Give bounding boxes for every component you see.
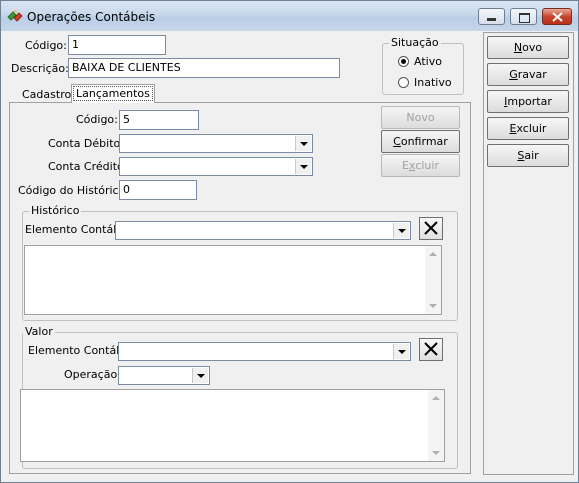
scroll-up-icon[interactable] (429, 252, 437, 256)
descricao-input[interactable]: BAIXA DE CLIENTES (68, 58, 340, 78)
window-title: Operações Contábeis (27, 10, 156, 24)
codigo-historico-input[interactable]: 0 (119, 180, 197, 200)
chevron-down-icon[interactable] (393, 344, 409, 359)
minimize-icon (487, 18, 496, 21)
operacao-label: Operação: (64, 368, 121, 381)
form-body: Código: 1 Descrição: BAIXA DE CLIENTES S… (5, 32, 574, 477)
historico-clear-button[interactable] (419, 217, 443, 240)
situacao-legend: Situação (389, 36, 441, 49)
historico-group: Histórico Elemento Contábil: (22, 204, 458, 321)
historico-scrollbar[interactable] (425, 246, 441, 314)
conta-credito-select[interactable] (119, 157, 313, 176)
valor-legend: Valor (23, 325, 55, 338)
scroll-down-icon[interactable] (432, 451, 440, 455)
lanc-novo-button[interactable]: Novo (381, 106, 460, 129)
app-icon (7, 10, 23, 22)
close-x-icon (424, 221, 438, 235)
confirmar-button[interactable]: Confirmar (381, 130, 460, 153)
codigo-historico-label: Código do Histórico: (18, 184, 130, 197)
close-window-button[interactable] (542, 8, 572, 25)
close-icon (552, 12, 563, 22)
codigo-label: Código: (25, 39, 67, 52)
tab-lancamentos[interactable]: Lançamentos (71, 84, 155, 103)
valor-memo[interactable] (20, 389, 445, 462)
descricao-label: Descrição: (11, 62, 69, 75)
situacao-group: Situação Ativo Inativo (382, 36, 464, 95)
title-bar[interactable]: Operações Contábeis (1, 1, 578, 31)
chevron-down-icon[interactable] (295, 159, 311, 174)
conta-debito-select[interactable] (119, 134, 313, 153)
valor-elemento-select[interactable] (118, 342, 411, 361)
valor-scrollbar[interactable] (428, 390, 444, 461)
sair-button[interactable]: Sair (487, 144, 569, 167)
maximize-icon (519, 13, 530, 23)
importar-button[interactable]: Importar (487, 90, 569, 113)
action-panel: Novo Gravar Importar Excluir Sair (483, 32, 574, 475)
inativo-label[interactable]: Inativo (414, 76, 452, 89)
inativo-radio[interactable] (398, 77, 409, 88)
valor-group: Valor Elemento Contábil: Operação: (20, 325, 458, 469)
ativo-label[interactable]: Ativo (414, 55, 442, 68)
conta-debito-label: Conta Débito: (48, 137, 124, 150)
chevron-down-icon[interactable] (192, 368, 208, 383)
lanc-codigo-label: Código: (76, 113, 118, 126)
historico-elemento-select[interactable] (115, 221, 411, 240)
close-x-icon (424, 342, 438, 356)
codigo-input[interactable]: 1 (68, 35, 166, 55)
chevron-down-icon[interactable] (295, 136, 311, 151)
minimize-button[interactable] (478, 8, 505, 25)
chevron-down-icon[interactable] (393, 223, 409, 238)
gravar-button[interactable]: Gravar (487, 63, 569, 86)
maximize-button[interactable] (510, 8, 537, 25)
valor-clear-button[interactable] (419, 338, 443, 361)
lanc-codigo-input[interactable]: 5 (119, 110, 199, 130)
lanc-excluir-button[interactable]: Excluir (381, 154, 460, 177)
conta-credito-label: Conta Crédito: (48, 160, 128, 173)
operacao-select[interactable] (118, 366, 210, 385)
ativo-radio[interactable] (398, 56, 409, 67)
main-window: Operações Contábeis Código: 1 Descrição:… (0, 0, 579, 483)
scroll-up-icon[interactable] (432, 396, 440, 400)
novo-button[interactable]: Novo (487, 36, 569, 59)
excluir-button[interactable]: Excluir (487, 117, 569, 140)
historico-memo[interactable] (24, 245, 442, 315)
scroll-down-icon[interactable] (429, 304, 437, 308)
lancamentos-panel: Código: 5 Conta Débito: Conta Crédito: C… (9, 102, 471, 474)
historico-legend: Histórico (29, 204, 82, 217)
